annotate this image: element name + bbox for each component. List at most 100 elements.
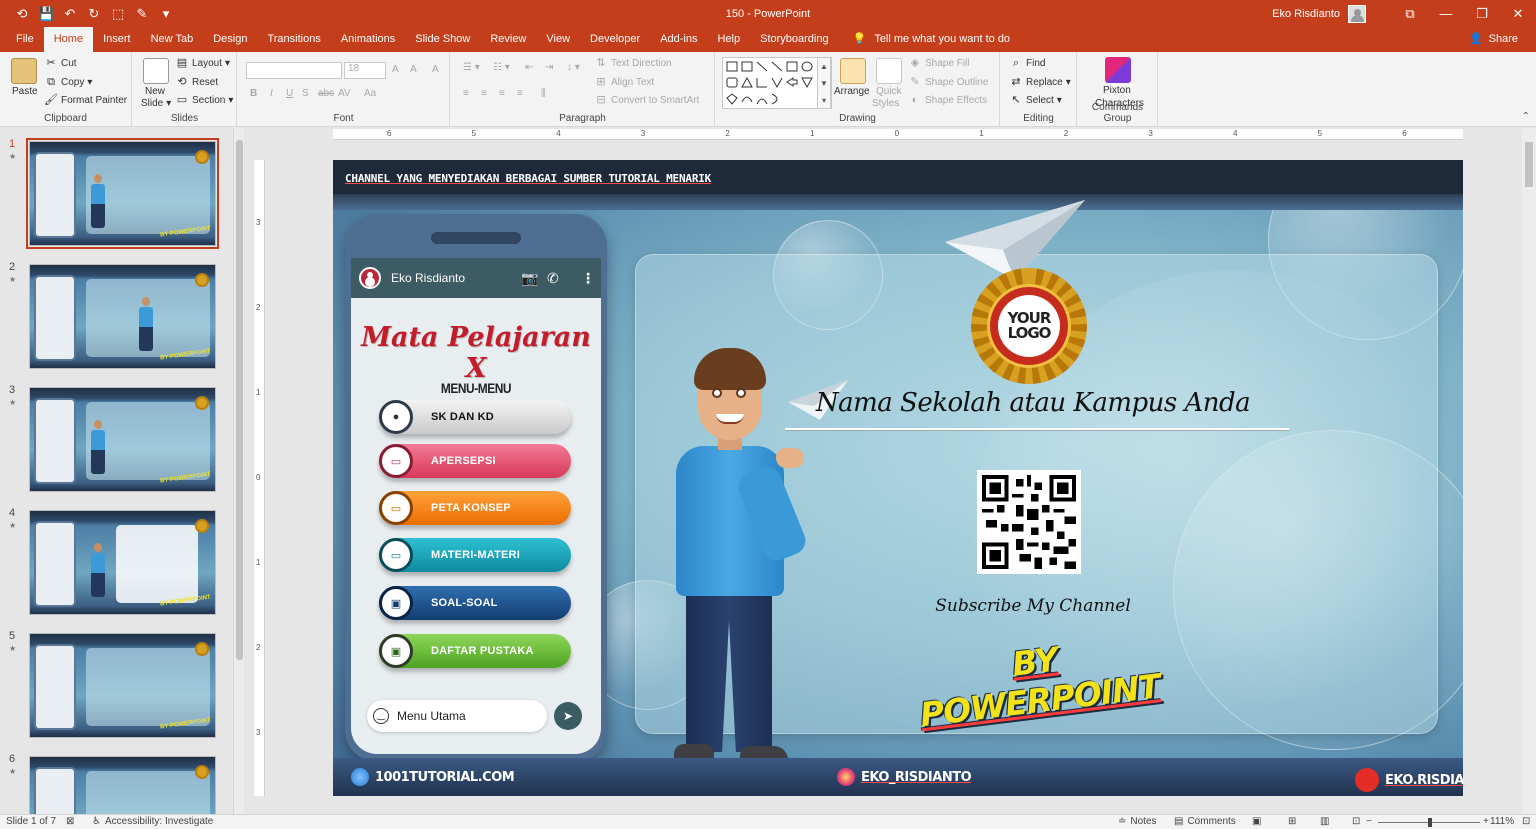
ribbon-display-options-icon[interactable]: ⧉ [1392, 6, 1428, 22]
notes-button[interactable]: ≐ Notes [1118, 816, 1157, 827]
copy-button[interactable]: ⧉ Copy ▾ [44, 76, 92, 88]
arrange-button[interactable]: Arrange [834, 86, 870, 97]
justify-icon[interactable]: ≡ [517, 88, 523, 99]
new-slide-icon[interactable] [143, 58, 169, 84]
slide-thumbnail[interactable]: BY POWERPOINT [29, 264, 216, 369]
thumbnail-row[interactable]: 6 ★ [0, 753, 232, 814]
columns-icon[interactable]: ⫼ [541, 88, 546, 99]
pixton-logo-icon[interactable] [1105, 57, 1131, 83]
save-icon[interactable]: 💾 [38, 6, 54, 22]
slideshow-view-icon[interactable]: ⊡ [1352, 816, 1360, 827]
share-button[interactable]: 👤 Share [1469, 27, 1518, 52]
new-slide-label[interactable]: New [145, 86, 165, 97]
shape-fill-button[interactable]: ◈ Shape Fill [908, 57, 970, 69]
slide-sorter-icon[interactable]: ⊞ [1288, 816, 1296, 827]
tab-animations[interactable]: Animations [331, 27, 405, 52]
camera-icon[interactable]: 📷 [521, 270, 538, 287]
close-button[interactable]: ✕ [1500, 6, 1536, 22]
redo-icon[interactable]: ↻ [86, 6, 102, 22]
tell-me-search[interactable]: 💡 Tell me what you want to do [839, 27, 1010, 52]
tab-design[interactable]: Design [203, 27, 257, 52]
more-vertical-icon[interactable]: ⋮ [581, 270, 595, 287]
thumbnail-row[interactable]: 2 ★ BY POWERPOINT [0, 261, 232, 373]
pixton-label[interactable]: Pixton [1103, 85, 1131, 96]
normal-view-icon[interactable]: ▣ [1252, 816, 1261, 827]
user-name[interactable]: Eko Risdianto [1272, 8, 1340, 20]
find-button[interactable]: ⌕ Find [1009, 57, 1046, 69]
italic-button[interactable]: I [270, 88, 273, 99]
shrink-font-button[interactable]: A [410, 64, 417, 75]
autosave-icon[interactable]: ⟲ [14, 6, 30, 22]
tab-add-ins[interactable]: Add-ins [650, 27, 707, 52]
menu-button-sk-dan-kd[interactable]: ● SK DAN KD [379, 400, 571, 434]
customize-qat-icon[interactable]: ▾ [158, 6, 174, 22]
select-button[interactable]: ↖ Select ▾ [1009, 94, 1061, 106]
shape-outline-button[interactable]: ✎ Shape Outline [908, 76, 988, 88]
phone-call-icon[interactable]: ✆ [547, 270, 559, 287]
chat-input[interactable]: ‿ Menu Utama [367, 700, 547, 732]
tab-help[interactable]: Help [707, 27, 750, 52]
paste-button[interactable]: Paste [12, 86, 38, 97]
zoom-slider-handle[interactable] [1428, 818, 1432, 827]
new-slide-label-2[interactable]: Slide ▾ [141, 98, 171, 109]
tab-developer[interactable]: Developer [580, 27, 650, 52]
slide-counter[interactable]: Slide 1 of 7 [6, 816, 56, 827]
numbering-icon[interactable]: ☷ ▾ [493, 62, 510, 73]
align-left-icon[interactable]: ≡ [463, 88, 469, 99]
user-avatar[interactable] [1348, 4, 1366, 23]
thumbnail-row[interactable]: 3 ★ BY POWERPOINT [0, 384, 232, 496]
slide-thumbnail[interactable]: BY POWERPOINT [26, 138, 219, 249]
shapes-scroll[interactable]: ▲ ▼ ▾ [817, 57, 831, 109]
shapes-gallery[interactable] [722, 57, 832, 109]
tab-new-tab[interactable]: New Tab [141, 27, 204, 52]
thumbnails-scrollbar[interactable] [233, 128, 244, 814]
text-direction-button[interactable]: ⇅ Text Direction [594, 57, 671, 69]
tab-slide-show[interactable]: Slide Show [405, 27, 480, 52]
quick-styles-label[interactable]: Quick [876, 86, 902, 97]
thumbnail-row[interactable]: 5 ★ BY POWERPOINT [0, 630, 232, 742]
tab-file[interactable]: File [0, 27, 44, 52]
replace-button[interactable]: ⇄ Replace ▾ [1009, 76, 1070, 88]
menu-button-materi[interactable]: ▭ MATERI-MATERI [379, 538, 571, 572]
align-center-icon[interactable]: ≡ [481, 88, 487, 99]
fit-slide-icon[interactable]: ⊡ [1522, 816, 1530, 827]
zoom-level[interactable]: 111% [1490, 816, 1514, 827]
bold-button[interactable]: B [250, 88, 257, 99]
thumbnail-row[interactable]: 1 ★ BY POWERPOINT [0, 138, 232, 250]
reset-button[interactable]: ⟲ Reset [175, 76, 218, 88]
comments-button[interactable]: ▤ Comments [1174, 816, 1236, 827]
arrange-icon[interactable] [840, 58, 866, 84]
decrease-indent-icon[interactable]: ⇤ [525, 62, 533, 73]
section-button[interactable]: ▭ Section ▾ [175, 94, 234, 106]
char-spacing-button[interactable]: AV [338, 88, 351, 99]
slide-thumbnail[interactable]: BY POWERPOINT [29, 510, 216, 615]
start-from-beginning-icon[interactable]: ⬚ [110, 6, 126, 22]
menu-button-apersepsi[interactable]: ▭ APERSEPSI [379, 444, 571, 478]
tab-view[interactable]: View [536, 27, 580, 52]
spellcheck-icon[interactable]: ⊠ [66, 816, 74, 827]
slide-thumbnail[interactable]: BY POWERPOINT [29, 387, 216, 492]
paste-icon[interactable] [11, 58, 37, 84]
layout-button[interactable]: ▤ Layout ▾ [175, 57, 230, 69]
align-right-icon[interactable]: ≡ [499, 88, 505, 99]
tab-insert[interactable]: Insert [93, 27, 141, 52]
reading-view-icon[interactable]: ▥ [1320, 816, 1329, 827]
slide-thumbnail[interactable]: BY POWERPOINT [29, 633, 216, 738]
strikethrough-button[interactable]: abc [318, 88, 334, 99]
font-name-box[interactable] [246, 62, 342, 79]
touch-mode-icon[interactable]: ✎ [134, 6, 150, 22]
restore-button[interactable]: ❐ [1464, 6, 1500, 22]
underline-button[interactable]: U [286, 88, 293, 99]
send-icon[interactable]: ➤ [554, 702, 582, 730]
font-size-box[interactable]: 18 [344, 62, 386, 79]
tab-transitions[interactable]: Transitions [257, 27, 330, 52]
tab-home[interactable]: Home [43, 27, 94, 52]
format-painter-button[interactable]: 🖌 Format Painter [44, 94, 127, 106]
scrollbar-thumb[interactable] [236, 140, 243, 660]
shadow-button[interactable]: S [302, 88, 309, 99]
bullets-icon[interactable]: ☰ ▾ [463, 62, 480, 73]
grow-font-button[interactable]: A [392, 64, 399, 75]
menu-button-soal[interactable]: ▣ SOAL-SOAL [379, 586, 571, 620]
align-text-button[interactable]: ⊞ Align Text [594, 76, 654, 88]
editor-scrollbar[interactable] [1522, 128, 1536, 814]
